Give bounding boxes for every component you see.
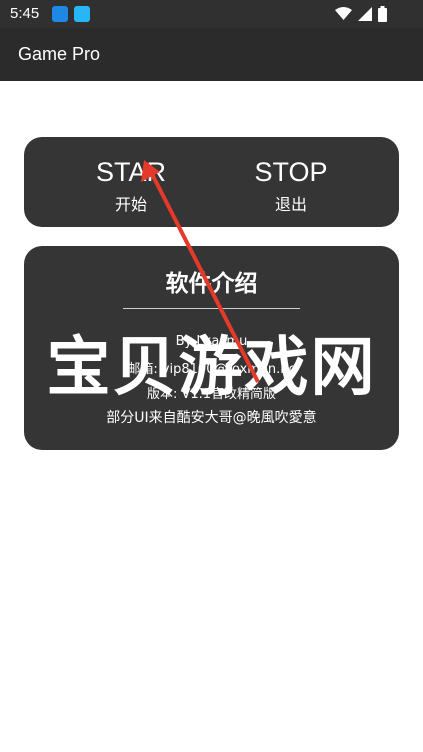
signal-icon bbox=[358, 7, 372, 21]
watermark-text: 宝贝游戏网 bbox=[46, 331, 377, 405]
app-title: Game Pro bbox=[18, 44, 101, 64]
stop-button-sublabel: 退出 bbox=[274, 195, 307, 214]
battery-icon bbox=[378, 6, 387, 22]
app-notification-icon bbox=[74, 6, 90, 22]
intro-divider bbox=[123, 308, 300, 309]
control-card: STAR 开始 STOP 退出 bbox=[24, 137, 399, 227]
download-icon bbox=[52, 6, 68, 22]
wifi-icon bbox=[335, 7, 352, 20]
start-button-sublabel: 开始 bbox=[114, 195, 147, 214]
stop-button-label: STOP bbox=[254, 157, 328, 187]
start-button-label: STAR bbox=[95, 157, 166, 187]
credits-line: 部分UI来自酷安大哥@晚風吹愛意 bbox=[106, 410, 317, 426]
stop-button[interactable]: STOP 退出 bbox=[221, 155, 361, 215]
intro-title: 软件介绍 bbox=[165, 271, 258, 297]
status-time: 5:45 bbox=[10, 5, 40, 22]
start-button[interactable]: STAR 开始 bbox=[61, 155, 201, 215]
app-bar: Game Pro bbox=[0, 28, 423, 81]
status-bar: 5:45 bbox=[0, 0, 423, 28]
